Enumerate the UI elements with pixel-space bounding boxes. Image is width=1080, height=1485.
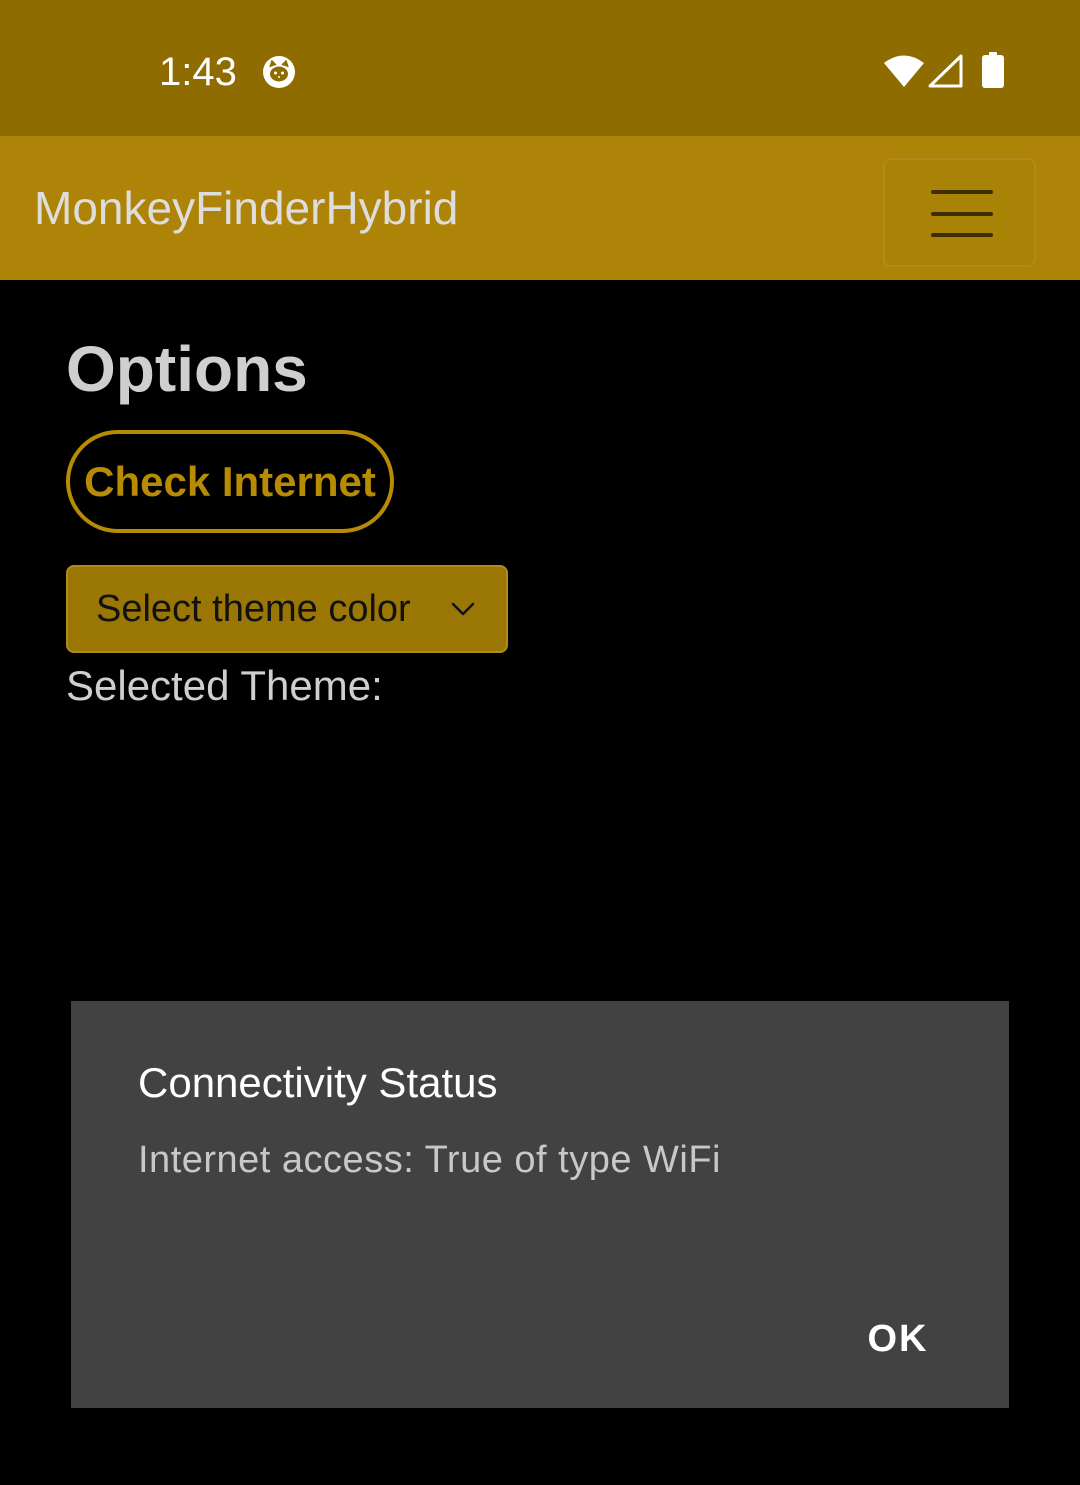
dialog-message: Internet access: True of type WiFi [138,1139,721,1181]
check-internet-button[interactable]: Check Internet [66,430,394,533]
connectivity-dialog: Connectivity Status Internet access: Tru… [71,1001,1009,1408]
theme-select-label: Select theme color [96,588,411,630]
app-screen: 1:43 MonkeyFinderHybrid Options Check In… [0,0,1080,1485]
dialog-title: Connectivity Status [138,1059,498,1106]
hamburger-menu-button[interactable] [883,158,1036,267]
page-title: Options [66,333,308,405]
cat-face-icon [263,56,295,88]
hamburger-menu-icon-middle [931,212,993,216]
theme-color-select[interactable]: Select theme color [66,565,508,653]
app-title: MonkeyFinderHybrid [34,182,459,234]
selected-theme-label: Selected Theme: [66,662,383,709]
status-time: 1:43 [159,50,237,94]
ok-button[interactable]: OK [853,1311,943,1367]
hamburger-menu-icon-bottom [931,233,993,237]
cell-signal-icon [928,54,963,88]
battery-icon [982,52,1004,88]
chevron-down-icon [451,602,475,616]
hamburger-menu-icon [931,190,993,194]
wifi-icon [884,55,924,87]
